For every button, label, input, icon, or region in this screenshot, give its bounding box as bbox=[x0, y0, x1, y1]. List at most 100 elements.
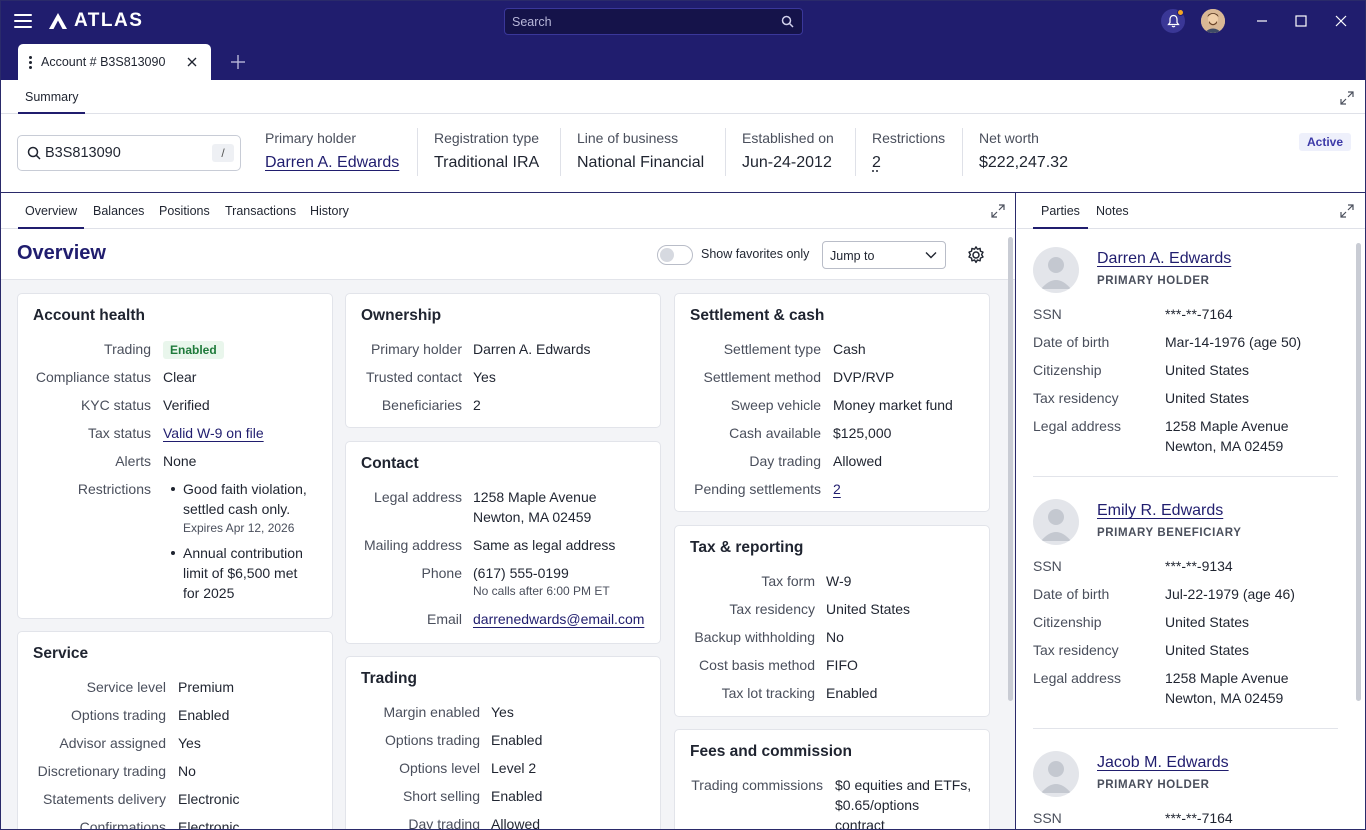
kv-value: United States bbox=[826, 601, 911, 617]
tab-history[interactable]: History bbox=[310, 193, 349, 229]
kv-key: Confirmations bbox=[79, 819, 166, 830]
email-link[interactable]: darrenedwards@email.com bbox=[473, 609, 644, 629]
kv-value: United States bbox=[1165, 390, 1250, 406]
chevron-down-icon bbox=[925, 252, 937, 259]
overview-panel: Overview Balances Positions Transactions… bbox=[0, 193, 1016, 830]
kv-value: 1258 Maple Avenue bbox=[1165, 670, 1289, 686]
field-net-worth: Net worth $222,247.32 bbox=[979, 130, 1068, 172]
field-registration-type: Registration type Traditional IRA bbox=[434, 130, 539, 172]
restrictions-list: Good faith violation, settled cash only.… bbox=[171, 479, 307, 603]
kv-value: Enabled bbox=[491, 732, 543, 748]
kv-key: Trading bbox=[104, 341, 151, 357]
global-search[interactable] bbox=[504, 8, 803, 35]
kv-key: Cost basis method bbox=[699, 657, 815, 673]
field-label: Established on bbox=[742, 130, 834, 146]
kv-key: Date of birth bbox=[1033, 586, 1110, 602]
tab-summary[interactable]: Summary bbox=[18, 80, 86, 114]
kv-key: Email bbox=[426, 611, 462, 627]
restrictions-count-link[interactable]: 2 bbox=[872, 154, 945, 172]
field-established-on: Established on Jun-24-2012 bbox=[742, 130, 834, 172]
kv-key: Cash available bbox=[729, 425, 821, 441]
search-icon[interactable] bbox=[781, 15, 794, 28]
kv-key: Beneficiaries bbox=[381, 397, 462, 413]
jump-to-select[interactable]: Jump to bbox=[822, 241, 946, 269]
close-window-button[interactable] bbox=[1331, 11, 1351, 31]
divider bbox=[1033, 476, 1338, 477]
user-avatar[interactable] bbox=[1201, 9, 1225, 33]
card-title: Account health bbox=[33, 307, 145, 324]
tab-positions[interactable]: Positions bbox=[159, 193, 210, 229]
kv-value: Clear bbox=[163, 369, 197, 385]
kv-key: Discretionary trading bbox=[37, 763, 166, 779]
summary-tabbar: Summary bbox=[0, 80, 1366, 114]
kebab-icon[interactable] bbox=[29, 55, 32, 69]
pending-settlements-link[interactable]: 2 bbox=[833, 479, 841, 499]
kv-value: Newton, MA 02459 bbox=[473, 509, 592, 525]
tab-notes[interactable]: Notes bbox=[1096, 193, 1129, 229]
party-name-link[interactable]: Jacob M. Edwards bbox=[1097, 754, 1229, 772]
tab-transactions[interactable]: Transactions bbox=[225, 193, 296, 229]
tab-close-icon[interactable] bbox=[185, 55, 199, 69]
kv-key: Short selling bbox=[402, 788, 480, 804]
tab-account-label: Account # B3S813090 bbox=[41, 55, 166, 69]
gear-icon[interactable] bbox=[966, 245, 986, 265]
party-name-link[interactable]: Emily R. Edwards bbox=[1097, 502, 1223, 520]
tab-overview[interactable]: Overview bbox=[18, 193, 85, 229]
parties-scrollbar-thumb[interactable] bbox=[1356, 243, 1361, 701]
logo-text: ATLAS bbox=[74, 10, 144, 31]
field-label: Line of business bbox=[577, 130, 679, 146]
avatar-icon bbox=[1033, 751, 1079, 797]
favorites-toggle[interactable] bbox=[657, 245, 693, 265]
kv-value: (617) 555-0199 bbox=[473, 565, 569, 581]
kv-key: Settlement type bbox=[723, 341, 821, 357]
kv-value: Newton, MA 02459 bbox=[1165, 690, 1284, 706]
card-fees: Fees and commission Trading commissions … bbox=[674, 729, 990, 830]
global-search-input[interactable] bbox=[505, 9, 802, 34]
avatar-icon bbox=[1201, 9, 1225, 33]
kv-value: Jul-22-1979 (age 46) bbox=[1165, 586, 1295, 602]
kv-value: 2 bbox=[473, 397, 481, 413]
maximize-button[interactable] bbox=[1291, 11, 1311, 31]
card-title: Fees and commission bbox=[690, 743, 852, 760]
account-search-input[interactable] bbox=[45, 136, 215, 170]
plus-icon[interactable] bbox=[229, 53, 247, 71]
scrollbar-thumb[interactable] bbox=[1008, 237, 1013, 701]
tab-account[interactable]: Account # B3S813090 bbox=[18, 44, 211, 80]
field-value: National Financial bbox=[577, 154, 705, 171]
account-search[interactable]: / bbox=[17, 135, 241, 171]
kv-value: Same as legal address bbox=[473, 537, 616, 553]
atlas-logo-icon bbox=[49, 13, 67, 29]
kv-key: Legal address bbox=[1033, 418, 1121, 434]
party-name-link[interactable]: Darren A. Edwards bbox=[1097, 250, 1231, 268]
kv-value: Newton, MA 02459 bbox=[1165, 438, 1284, 454]
kv-value: Yes bbox=[473, 369, 496, 385]
kv-value: ***-**-7164 bbox=[1165, 810, 1233, 826]
kv-key: Tax residency bbox=[1033, 390, 1119, 406]
expand-icon[interactable] bbox=[1340, 91, 1354, 105]
kv-key: Options level bbox=[399, 760, 480, 776]
kv-key: Options trading bbox=[71, 707, 166, 723]
tab-parties[interactable]: Parties bbox=[1033, 193, 1088, 229]
card-ownership: Ownership Primary holder Darren A. Edwar… bbox=[345, 293, 661, 428]
menu-icon[interactable] bbox=[14, 12, 32, 30]
expand-icon[interactable] bbox=[991, 204, 1005, 218]
card-service: Service Service level Premium Options tr… bbox=[17, 631, 333, 830]
restriction-text: settled cash only. bbox=[183, 501, 291, 517]
kv-key: Tax lot tracking bbox=[721, 685, 815, 701]
expand-icon[interactable] bbox=[1340, 204, 1354, 218]
kv-key: Service level bbox=[86, 679, 166, 695]
overview-scrollbar[interactable] bbox=[1006, 237, 1014, 829]
kv-value: $0 equities and ETFs, bbox=[835, 777, 972, 793]
kv-key: Legal address bbox=[374, 489, 462, 505]
card-account-health: Account health Trading Enabled Complianc… bbox=[17, 293, 333, 619]
tab-balances[interactable]: Balances bbox=[93, 193, 144, 229]
primary-holder-link[interactable]: Darren A. Edwards bbox=[265, 154, 399, 172]
tax-status-link[interactable]: Valid W-9 on file bbox=[163, 423, 264, 443]
notifications-button[interactable] bbox=[1161, 9, 1185, 33]
kv-key: Day trading bbox=[749, 453, 821, 469]
kv-value: Level 2 bbox=[491, 760, 537, 776]
kv-key: Advisor assigned bbox=[59, 735, 166, 751]
divider bbox=[417, 128, 418, 176]
minimize-button[interactable] bbox=[1252, 11, 1272, 31]
kv-value: 1258 Maple Avenue bbox=[473, 489, 597, 505]
